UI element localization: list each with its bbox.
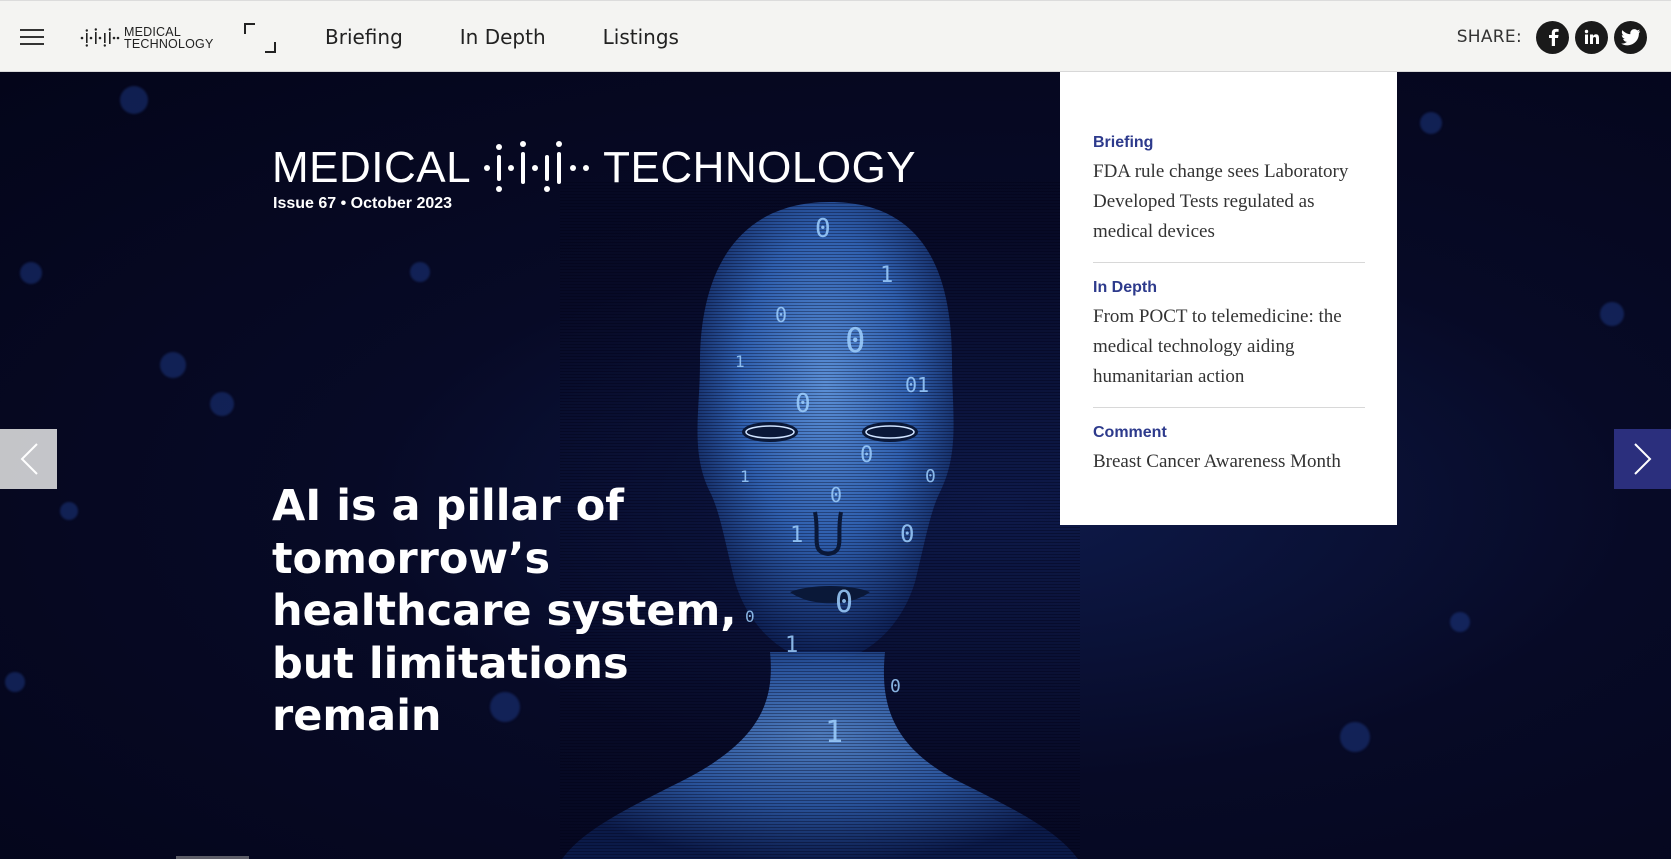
svg-text:0: 0 [775,303,787,327]
chevron-right-icon [1633,443,1651,475]
top-bar: MEDICAL TECHNOLOGY Briefing In Depth Lis… [0,0,1671,72]
hero-banner: 01 00 1 01 00 01 01 00 11 00 MEDICAL TEC… [0,72,1671,859]
linkedin-icon[interactable] [1575,20,1608,54]
hamburger-menu-icon[interactable] [20,27,44,47]
hero-headline[interactable]: AI is a pillar of tomorrow’s healthcare … [272,480,792,743]
issue-label: Issue 67 • October 2023 [273,195,453,212]
featured-articles-panel: Briefing FDA rule change sees Laboratory… [1060,72,1397,525]
bokeh-dot [1600,302,1624,326]
divider [1093,262,1365,263]
svg-text:1: 1 [735,352,745,371]
divider [1093,407,1365,408]
bokeh-dot [1420,112,1442,134]
panel-item-category: Comment [1093,424,1167,441]
facebook-icon[interactable] [1536,20,1569,54]
svg-text:0: 0 [845,321,865,361]
panel-item-briefing[interactable]: Briefing FDA rule change sees Laboratory… [1093,134,1365,247]
chevron-left-icon [20,443,38,475]
svg-text:01: 01 [905,373,929,397]
panel-item-title: FDA rule change sees Laboratory Develope… [1093,161,1349,242]
svg-text:0: 0 [900,520,914,548]
magazine-logo-left: MEDICAL [272,143,472,192]
bokeh-dot [60,502,78,520]
panel-item-category: In Depth [1093,279,1157,296]
share-bar: SHARE: [1456,20,1647,54]
nav-briefing[interactable]: Briefing [325,25,403,49]
brand-mark-icon [80,28,120,47]
fullscreen-icon[interactable] [243,22,277,54]
bokeh-dot [120,86,148,114]
magazine-logo-mark-icon [484,141,590,192]
svg-text:0: 0 [830,483,842,507]
bokeh-dot [410,262,430,282]
main-nav: Briefing In Depth Listings [325,1,736,73]
next-slide-button[interactable] [1614,429,1671,489]
bokeh-dot [160,352,186,378]
share-label: SHARE: [1456,27,1522,47]
svg-text:0: 0 [795,389,811,419]
twitter-icon[interactable] [1614,20,1647,54]
bokeh-dot [210,392,234,416]
brand-line-2: TECHNOLOGY [124,37,214,51]
bokeh-dot [5,672,25,692]
bokeh-dot [1450,612,1470,632]
svg-text:0: 0 [835,585,853,620]
panel-item-title: From POCT to telemedicine: the medical t… [1093,306,1342,387]
previous-slide-button[interactable] [0,429,57,489]
panel-item-category: Briefing [1093,134,1154,151]
svg-text:0: 0 [815,214,831,244]
svg-text:1: 1 [880,263,893,288]
panel-item-title: Breast Cancer Awareness Month [1093,451,1341,472]
bokeh-dot [20,262,42,284]
svg-text:0: 0 [860,443,873,468]
svg-text:0: 0 [925,466,936,487]
panel-item-in-depth[interactable]: In Depth From POCT to telemedicine: the … [1093,279,1365,392]
svg-text:1: 1 [825,715,843,750]
bokeh-dot [1340,722,1370,752]
nav-in-depth[interactable]: In Depth [460,25,546,49]
magazine-logo-right: TECHNOLOGY [603,143,917,192]
svg-text:0: 0 [890,676,901,697]
nav-listings[interactable]: Listings [603,25,679,49]
magazine-logo: MEDICAL TECHNOLOGY [272,140,916,196]
brand-wordmark: MEDICAL TECHNOLOGY [124,26,214,51]
panel-item-comment[interactable]: Comment Breast Cancer Awareness Month [1093,424,1365,477]
brand-logo[interactable]: MEDICAL TECHNOLOGY [80,25,214,51]
